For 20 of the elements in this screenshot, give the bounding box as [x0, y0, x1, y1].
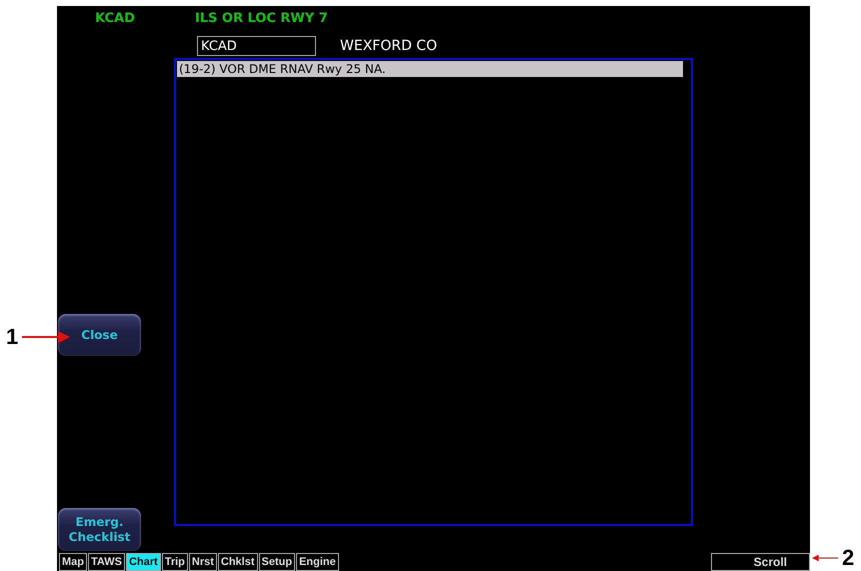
arrow-icon — [22, 331, 70, 343]
close-button[interactable]: Close — [58, 314, 141, 356]
airport-field[interactable]: KCAD — [197, 36, 316, 56]
page-tab[interactable]: Nrst — [188, 553, 217, 571]
scroll-softkey[interactable]: Scroll — [711, 553, 810, 571]
procedure-title: ILS OR LOC RWY 7 — [194, 10, 328, 26]
airport-name: WEXFORD CO — [340, 38, 438, 54]
page-tab[interactable]: Chklst — [218, 553, 258, 571]
page-tab[interactable]: TAWS — [88, 553, 125, 571]
callout-number: 2 — [842, 545, 854, 571]
page-tab[interactable]: Chart — [126, 553, 161, 571]
note-item[interactable]: (19-2) VOR DME RNAV Rwy 25 NA. — [177, 61, 683, 77]
airport-id: KCAD — [95, 10, 135, 26]
checklist-button[interactable]: Emerg. Checklist — [58, 508, 141, 551]
page-tab[interactable]: Trip — [162, 553, 188, 571]
page-tab[interactable]: Engine — [296, 553, 339, 571]
page-tab[interactable]: Map — [59, 553, 87, 571]
arrow-icon — [812, 552, 838, 564]
callout-number: 1 — [6, 324, 18, 350]
page-tab[interactable]: Setup — [258, 553, 296, 571]
